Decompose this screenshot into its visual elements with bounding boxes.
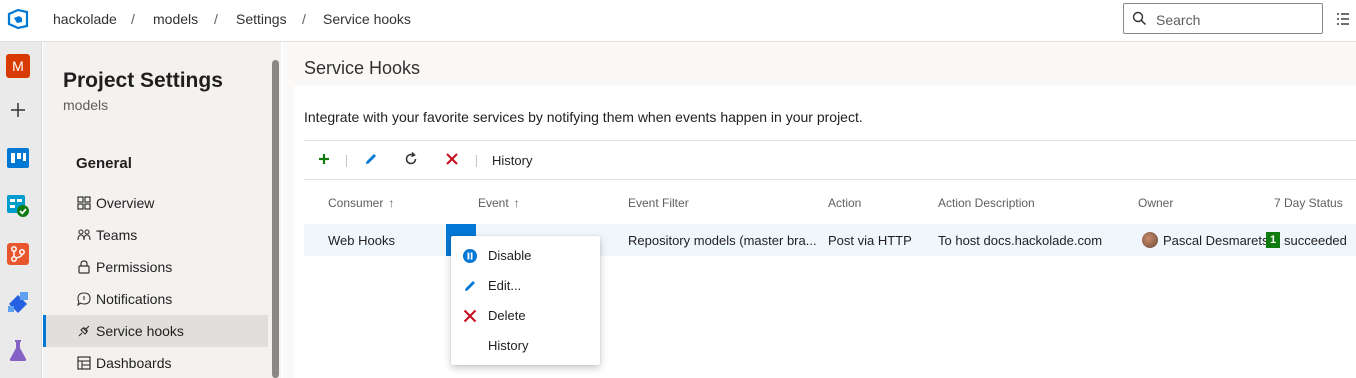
project-settings-title: Project Settings: [63, 69, 223, 92]
page-description: Integrate with your favorite services by…: [304, 109, 863, 125]
pipelines-check-icon[interactable]: [6, 194, 30, 218]
menu-item-edit[interactable]: Edit...: [451, 271, 600, 301]
breadcrumb-org[interactable]: hackolade: [53, 11, 117, 27]
row-focus-marker: [304, 216, 326, 220]
column-header-event-filter[interactable]: Event Filter: [628, 196, 689, 210]
column-header-action-description[interactable]: Action Description: [938, 196, 1035, 210]
divider: [304, 179, 1356, 180]
lock-icon: [78, 260, 90, 274]
dashboard-icon: [77, 356, 91, 370]
history-button[interactable]: History: [492, 153, 532, 168]
column-header-consumer[interactable]: Consumer ↑: [328, 196, 394, 210]
sidebar-item-label: Overview: [96, 195, 155, 211]
pencil-icon: [465, 281, 475, 291]
app-rail: M: [0, 42, 42, 378]
toolbar-separator: [346, 155, 347, 167]
column-header-owner[interactable]: Owner: [1138, 196, 1173, 210]
sidebar-item-label: Service hooks: [96, 323, 184, 339]
add-icon[interactable]: [6, 98, 30, 122]
top-bar: hackolade / models / Settings / Service …: [0, 0, 1356, 42]
sidebar-item-notifications[interactable]: Notifications: [43, 283, 268, 315]
cell-consumer: Web Hooks: [328, 233, 395, 248]
avatar: [1142, 232, 1158, 248]
breadcrumb-service-hooks[interactable]: Service hooks: [323, 11, 411, 27]
sort-ascending-icon: ↑: [513, 196, 520, 210]
artifacts-icon[interactable]: [6, 290, 30, 314]
pause-icon: [463, 249, 477, 263]
edit-pencil-icon[interactable]: [363, 151, 379, 167]
delete-x-icon[interactable]: [444, 151, 460, 167]
status-count-badge: 1: [1266, 232, 1280, 248]
azure-devops-logo-icon[interactable]: [7, 8, 29, 30]
sidebar-item-permissions[interactable]: Permissions: [43, 251, 268, 283]
row-context-menu: Disable Edit... Delete History: [451, 236, 600, 365]
cell-action: Post via HTTP: [828, 233, 912, 248]
overview-icon: [77, 196, 91, 210]
sidebar-item-label: Permissions: [96, 259, 173, 275]
toolbar-separator: [476, 155, 477, 167]
repos-icon[interactable]: [6, 242, 30, 266]
plug-icon: [78, 325, 90, 337]
project-settings-panel: Project Settings models General Overview…: [43, 42, 270, 378]
sidebar-item-label: Dashboards: [96, 355, 172, 371]
cell-action-description: To host docs.hackolade.com: [938, 233, 1103, 248]
column-header-7-day-status[interactable]: 7 Day Status: [1274, 196, 1343, 210]
sidebar-item-label: Notifications: [96, 291, 173, 307]
project-name: models: [63, 97, 109, 113]
column-header-event[interactable]: Event ↑: [478, 196, 520, 210]
main-content: Service Hooks Integrate with your favori…: [283, 42, 1356, 378]
menu-item-label: Delete: [488, 308, 526, 323]
delete-x-icon: [463, 309, 477, 323]
search-placeholder: Search: [1156, 12, 1201, 28]
breadcrumb-separator: /: [214, 11, 218, 27]
refresh-icon[interactable]: [403, 151, 419, 167]
settings-scrollbar[interactable]: [270, 42, 281, 378]
add-icon[interactable]: [316, 151, 332, 167]
nav-group-general[interactable]: General: [76, 155, 132, 172]
menu-item-label: Disable: [488, 248, 532, 263]
sidebar-item-dashboards[interactable]: Dashboards: [43, 347, 268, 378]
search-icon: [1132, 11, 1147, 26]
scrollbar-thumb[interactable]: [272, 60, 279, 378]
search-input[interactable]: Search: [1123, 3, 1323, 34]
test-plans-flask-icon[interactable]: [6, 338, 30, 362]
sidebar-item-label: Teams: [96, 227, 138, 243]
cell-status-text: succeeded: [1284, 233, 1347, 248]
cell-event-filter: Repository models (master bra...: [628, 233, 817, 248]
breadcrumb-separator: /: [302, 11, 306, 27]
sidebar-item-service-hooks[interactable]: Service hooks: [43, 315, 268, 347]
menu-item-disable[interactable]: Disable: [451, 241, 600, 271]
breadcrumb-project[interactable]: models: [153, 11, 198, 27]
breadcrumb-settings[interactable]: Settings: [236, 11, 287, 27]
column-header-action[interactable]: Action: [828, 196, 861, 210]
teams-icon: [77, 229, 91, 241]
sidebar-item-overview[interactable]: Overview: [43, 187, 268, 219]
toolbar: History: [304, 141, 1356, 179]
cell-owner: Pascal Desmarets: [1163, 233, 1269, 248]
menu-item-label: Edit...: [488, 278, 522, 293]
boards-icon[interactable]: [6, 146, 30, 170]
sort-ascending-icon: ↑: [388, 196, 395, 210]
org-avatar[interactable]: M: [6, 54, 30, 78]
breadcrumb-separator: /: [131, 11, 135, 27]
page-title: Service Hooks: [304, 58, 421, 78]
notification-bubble-icon: [77, 292, 91, 306]
menu-item-delete[interactable]: Delete: [451, 301, 600, 331]
checklist-menu-icon[interactable]: [1336, 10, 1350, 28]
menu-item-history[interactable]: History: [451, 331, 600, 361]
sidebar-item-teams[interactable]: Teams: [43, 219, 268, 251]
menu-item-label: History: [488, 338, 529, 353]
